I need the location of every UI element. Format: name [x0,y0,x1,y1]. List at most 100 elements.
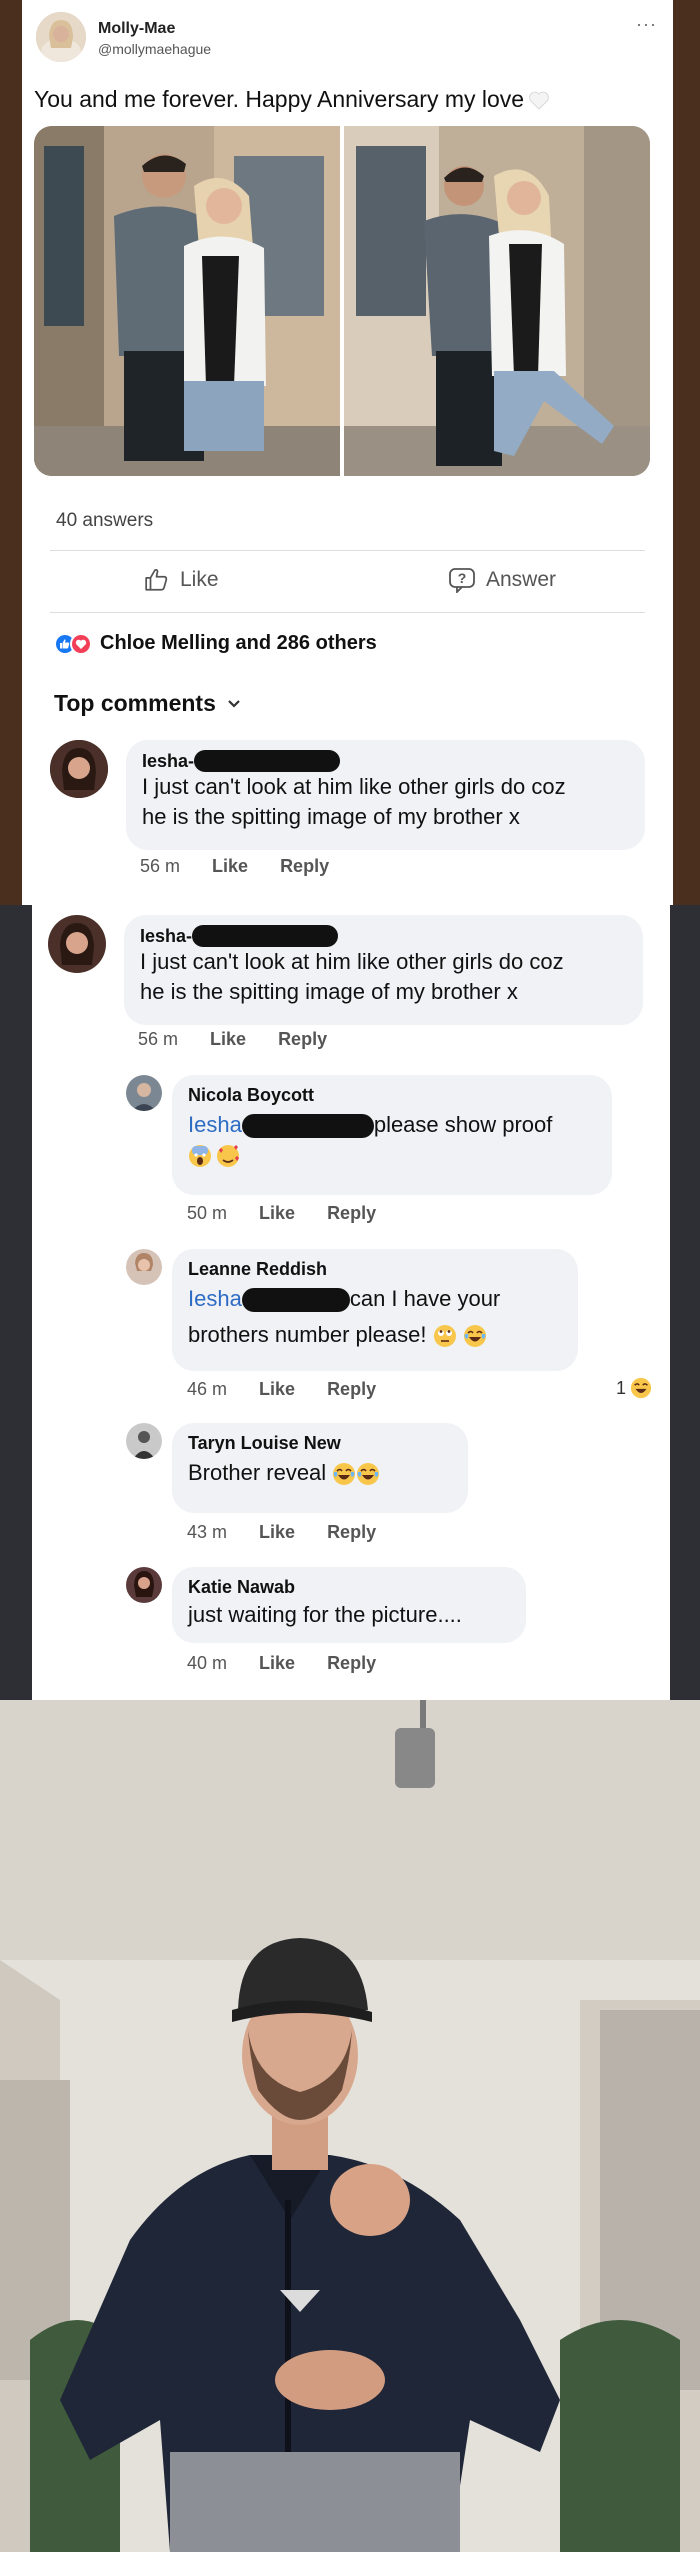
replier-avatar[interactable] [126,1075,162,1111]
commenter-avatar[interactable] [48,915,106,973]
comment-text-line1: I just can't look at him like other girl… [140,949,564,974]
emoji-row [188,1144,596,1168]
comment-text-line2: he is the spitting image of my brother x [142,804,520,829]
reply-like-button[interactable]: Like [259,1653,295,1674]
question-bubble-icon: ? [449,568,475,593]
like-button[interactable]: Like [144,567,219,593]
redacted-name [241,1288,350,1313]
rolling-eyes-emoji-icon [433,1325,456,1348]
hearts-face-emoji-icon [217,1145,240,1167]
reply-meta: 40 m Like Reply [187,1653,376,1674]
mention-link[interactable]: Iesha [188,1112,242,1137]
redacted-name [192,925,339,947]
reaction-count-badge[interactable]: 1 [616,1377,652,1399]
comment-meta: 56 m Like Reply [138,1029,327,1050]
mention-link[interactable]: Iesha [188,1286,242,1311]
reply-text-body: can I have your [349,1286,501,1311]
brother-photo[interactable] [0,1700,700,2552]
comment-author-name: Iesha- [142,750,195,771]
author-avatar[interactable] [36,12,86,62]
replier-avatar[interactable] [126,1423,162,1459]
reply-reply-button[interactable]: Reply [327,1379,376,1400]
comment-bubble: Iesha- I just can't look at him like oth… [124,915,643,1025]
comment-thread-card: Iesha- I just can't look at him like oth… [32,905,670,1700]
reply-meta: 46 m Like Reply [187,1379,376,1400]
answer-label: Answer [486,568,557,591]
reply-text: Iesha can I have your [188,1284,562,1314]
reply-reply-button[interactable]: Reply [327,1653,376,1674]
comment-time: 56 m [140,856,181,876]
comment-time: 56 m [138,1029,179,1049]
tears-of-joy-emoji-icon [357,1463,380,1486]
reply-time: 50 m [187,1203,228,1223]
comment-author-name: Iesha- [140,925,193,946]
reply-bubble: Nicola Boycott Iesha please show proof [172,1075,612,1195]
comment-like-button[interactable]: Like [210,1029,246,1050]
comment-bubble: Iesha- I just can't look at him like oth… [126,740,645,850]
reply-bubble: Katie Nawab just waiting for the picture… [172,1567,526,1643]
svg-text:?: ? [458,570,467,586]
reaction-count: 1 [615,1377,626,1398]
reply-reply-button[interactable]: Reply [327,1522,376,1543]
post-text: You and me forever. Happy Anniversary my… [34,86,550,113]
reply-reply-button[interactable]: Reply [327,1203,376,1224]
reply-text-body: Brother reveal [188,1460,327,1485]
comment-meta: 56 m Like Reply [140,856,329,877]
reply-time: 40 m [187,1653,228,1673]
post-header: Molly-Mae @mollymaehague ··· [36,12,659,66]
comment-author[interactable]: Iesha- [140,925,627,947]
tears-of-joy-emoji-icon [463,1325,486,1348]
reply-text-line2-body: brothers number please! [188,1322,427,1347]
reply-like-button[interactable]: Like [259,1522,295,1543]
man-in-cap-photo [0,1700,700,2552]
comment-reply-button[interactable]: Reply [278,1029,327,1050]
reactions-text: Chloe Melling and 286 others [100,632,377,654]
post-photos [34,126,650,476]
reply-time: 46 m [187,1379,228,1399]
reply-text: just waiting for the picture.... [188,1602,462,1627]
reply-text-line2: brothers number please! [188,1320,562,1350]
reply-text: Iesha please show proof [188,1110,596,1140]
screenshot-panel-post: Molly-Mae @mollymaehague ··· You and me … [0,0,700,905]
reply-author-name[interactable]: Taryn Louise New [188,1433,452,1454]
white-heart-icon [529,91,549,110]
couple-photo-left[interactable] [34,126,340,476]
reply-author-name[interactable]: Katie Nawab [188,1577,510,1598]
answer-button[interactable]: ? Answer [448,567,556,593]
redacted-name [241,1114,374,1139]
replier-avatar[interactable] [126,1249,162,1285]
answers-count[interactable]: 40 answers [56,510,153,532]
top-comments-label: Top comments [54,690,216,716]
reactions-summary[interactable]: Chloe Melling and 286 others [54,632,377,655]
like-label: Like [180,568,219,591]
screaming-face-emoji-icon [189,1145,211,1167]
comment-reply-button[interactable]: Reply [280,856,329,877]
redacted-name [194,750,341,772]
reply-meta: 50 m Like Reply [187,1203,376,1224]
commenter-avatar[interactable] [50,740,108,798]
comment-like-button[interactable]: Like [212,856,248,877]
post-text-body: You and me forever. Happy Anniversary my… [34,86,525,112]
screenshot-panel-thread: Iesha- I just can't look at him like oth… [0,905,700,1700]
reply-like-button[interactable]: Like [259,1203,295,1224]
reply-time: 43 m [187,1522,228,1542]
replier-avatar[interactable] [126,1567,162,1603]
divider [50,612,645,613]
post-card: Molly-Mae @mollymaehague ··· You and me … [22,0,673,905]
couple-photo-right[interactable] [344,126,650,476]
author-name[interactable]: Molly-Mae [98,20,175,38]
comment-text-line2: he is the spitting image of my brother x [140,979,518,1004]
love-reaction-icon [70,632,92,655]
reply-like-button[interactable]: Like [259,1379,295,1400]
comment-author[interactable]: Iesha- [142,750,629,772]
reply-bubble: Taryn Louise New Brother reveal [172,1423,468,1513]
chevron-down-icon [228,699,240,708]
reply-author-name[interactable]: Nicola Boycott [188,1085,596,1106]
tears-of-joy-emoji-icon [333,1463,356,1486]
top-comments-filter[interactable]: Top comments [54,690,242,717]
reply-meta: 43 m Like Reply [187,1522,376,1543]
more-options-icon[interactable]: ··· [636,14,657,35]
thumbs-up-icon [145,569,168,591]
reply-bubble: Leanne Reddish Iesha can I have your brot… [172,1249,578,1371]
reply-author-name[interactable]: Leanne Reddish [188,1259,562,1280]
